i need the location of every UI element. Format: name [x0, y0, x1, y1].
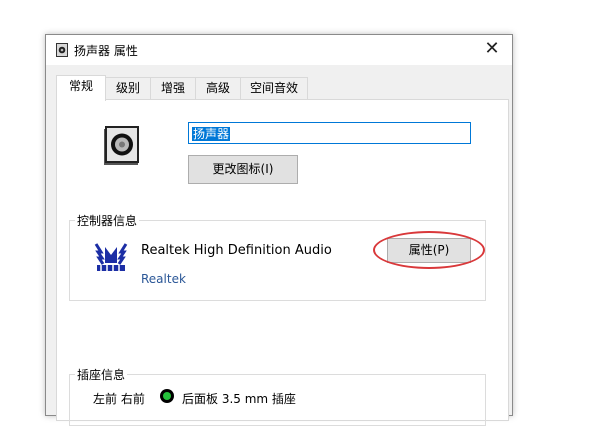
tab-levels[interactable]: 级别	[105, 77, 151, 99]
general-tab-panel: 扬声器 更改图标(I) 控制器信息 Realtek High Definitio…	[56, 99, 509, 426]
controller-vendor: Realtek	[141, 272, 186, 286]
jack-info-label: 插座信息	[75, 366, 128, 383]
tab-advanced[interactable]: 高级	[195, 77, 241, 99]
tab-enhancements[interactable]: 增强	[150, 77, 196, 99]
tab-general[interactable]: 常规	[56, 75, 106, 101]
device-name-field[interactable]: 扬声器	[188, 122, 471, 144]
window-title: 扬声器 属性	[74, 44, 138, 58]
realtek-logo-icon	[94, 243, 128, 271]
close-icon: ✕	[484, 38, 500, 59]
jack-description: 后面板 3.5 mm 插座	[182, 392, 296, 406]
close-button[interactable]: ✕	[482, 39, 502, 59]
title-bar: 扬声器 属性 ✕	[46, 35, 512, 65]
highlight-annotation	[373, 231, 485, 269]
device-name-text: 扬声器	[192, 127, 231, 141]
jack-color-indicator-icon	[160, 389, 174, 403]
change-icon-button[interactable]: 更改图标(I)	[188, 155, 298, 184]
speaker-icon	[56, 43, 68, 57]
speaker-properties-dialog: 扬声器 属性 ✕ 常规 级别 增强 高级 空间音效 扬声器 更改图标(I) 控制…	[45, 34, 513, 426]
tab-spatial-sound[interactable]: 空间音效	[240, 77, 308, 99]
speaker-device-icon	[104, 126, 139, 165]
controller-name: Realtek High Definition Audio	[141, 243, 332, 258]
controller-info-label: 控制器信息	[75, 212, 140, 229]
jack-channels: 左前 右前	[93, 392, 145, 406]
